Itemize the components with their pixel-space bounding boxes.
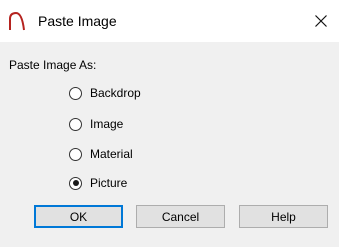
cancel-button[interactable]: Cancel — [136, 205, 225, 228]
radio-button-picture[interactable] — [69, 176, 82, 190]
radio-label-image: Image — [90, 117, 124, 131]
radio-option-image[interactable]: Image — [69, 114, 123, 134]
paste-image-dialog: Paste Image Paste Image As: Backdrop Ima… — [0, 0, 339, 247]
radio-label-material: Material — [90, 147, 133, 161]
title-bar: Paste Image — [0, 0, 339, 42]
radio-label-picture: Picture — [90, 176, 128, 190]
radio-option-material[interactable]: Material — [69, 144, 133, 164]
radio-label-backdrop: Backdrop — [90, 86, 141, 100]
radio-option-backdrop[interactable]: Backdrop — [69, 83, 141, 103]
radio-button-backdrop[interactable] — [69, 86, 82, 100]
close-button[interactable] — [303, 0, 339, 42]
radio-option-picture[interactable]: Picture — [69, 173, 127, 193]
arc-app-icon — [9, 11, 25, 31]
help-button[interactable]: Help — [239, 205, 328, 228]
radio-button-image[interactable] — [69, 117, 82, 131]
window-title: Paste Image — [38, 13, 117, 29]
ok-button[interactable]: OK — [34, 205, 123, 228]
paste-as-label: Paste Image As: — [9, 58, 97, 72]
dialog-body: Paste Image As: Backdrop Image Material … — [0, 42, 339, 247]
radio-button-material[interactable] — [69, 147, 82, 161]
close-icon — [315, 15, 327, 27]
